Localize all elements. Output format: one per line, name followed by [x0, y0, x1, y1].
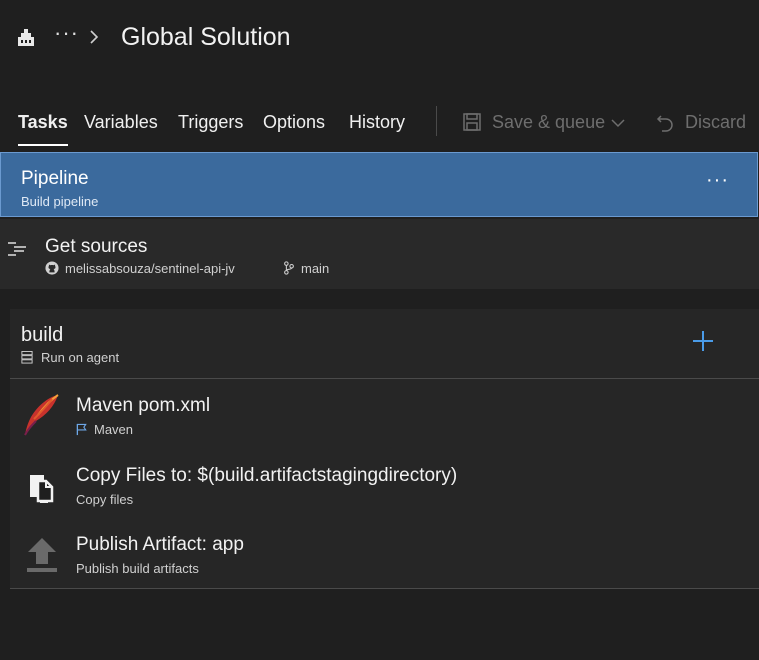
job-subtitle: Run on agent — [21, 350, 119, 365]
page-title: Global Solution — [121, 23, 291, 51]
agent-job: build Run on agent Maven pom.xml Maven C… — [10, 309, 759, 589]
job-subtitle-label: Run on agent — [41, 350, 120, 365]
agent-job-header[interactable]: build Run on agent — [10, 309, 759, 379]
job-name: build — [21, 324, 64, 346]
discard-label: Discard — [685, 112, 747, 132]
task-subtitle-label: Copy files — [76, 492, 134, 507]
flag-icon — [76, 423, 87, 436]
tab-variables[interactable]: Variables — [84, 112, 158, 133]
task-name: Copy Files to: $(build.artifactstagingdi… — [76, 465, 458, 486]
save-icon — [463, 113, 481, 131]
get-sources-item[interactable]: Get sources melissabsouza/sentinel-api-j… — [0, 219, 759, 289]
task-publish-artifact[interactable]: Publish Artifact: app Publish build arti… — [10, 520, 759, 588]
task-subtitle: Maven — [76, 422, 133, 437]
task-copy-files[interactable]: Copy Files to: $(build.artifactstagingdi… — [10, 451, 759, 519]
github-icon — [45, 261, 59, 275]
add-task-icon[interactable] — [691, 329, 715, 353]
get-sources-label: Get sources — [45, 236, 148, 257]
task-maven[interactable]: Maven pom.xml Maven — [10, 381, 759, 449]
task-name: Publish Artifact: app — [76, 534, 244, 555]
branch-icon — [284, 261, 294, 275]
branch: main — [283, 261, 329, 276]
agent-icon — [21, 351, 33, 364]
toolbar-divider — [436, 106, 437, 136]
pipeline-subtitle: Build pipeline — [21, 194, 99, 209]
breadcrumb-more-button[interactable]: ··· — [54, 20, 79, 46]
tab-options[interactable]: Options — [263, 112, 325, 133]
tab-tasks[interactable]: Tasks — [18, 112, 68, 146]
publish-artifact-icon — [27, 538, 57, 572]
task-subtitle-label: Maven — [94, 422, 134, 437]
tab-bar: Tasks Variables Triggers Options History… — [0, 100, 759, 146]
undo-icon — [656, 115, 673, 132]
pipeline-more-button[interactable]: ··· — [706, 169, 729, 192]
pipeline-name: Pipeline — [21, 168, 89, 189]
maven-feather-icon — [24, 394, 59, 436]
repository-name: melissabsouza/sentinel-api-jv — [65, 261, 235, 276]
task-name: Maven pom.xml — [76, 395, 211, 416]
repository: melissabsouza/sentinel-api-jv — [45, 261, 235, 276]
get-sources-icon — [8, 242, 26, 256]
branch-name: main — [301, 261, 330, 276]
pipeline-item[interactable]: Pipeline Build pipeline ··· — [0, 152, 758, 217]
task-subtitle-label: Publish build artifacts — [76, 561, 199, 576]
chevron-down-icon — [611, 119, 625, 128]
copy-files-icon — [30, 475, 54, 503]
job-divider — [10, 588, 759, 589]
pipelines-logo-icon[interactable] — [16, 28, 36, 48]
tab-history[interactable]: History — [349, 112, 405, 133]
save-queue-label: Save & queue — [492, 112, 606, 132]
chevron-right-icon — [90, 30, 99, 44]
top-bar: ··· Global Solution — [0, 0, 759, 76]
tab-triggers[interactable]: Triggers — [178, 112, 243, 133]
